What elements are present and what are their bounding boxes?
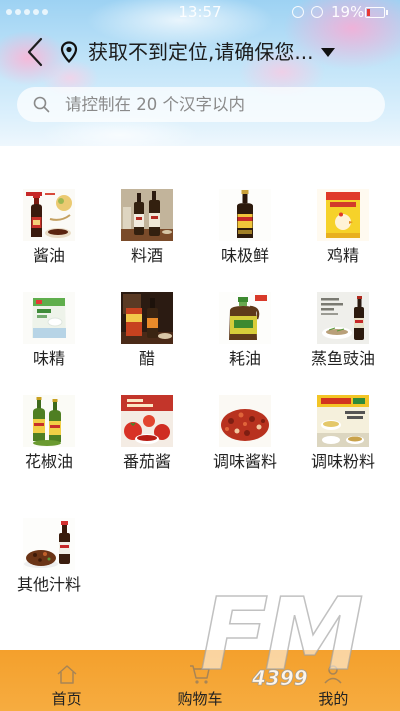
user-icon xyxy=(324,665,342,684)
chicken-essence-image xyxy=(317,189,369,241)
cart-icon xyxy=(189,665,210,684)
nav-label: 购物车 xyxy=(177,690,223,708)
header-background: 13:57 19% 获取不到定位,请确保您... xyxy=(0,0,400,146)
category-grid: 酱油 料酒 味极鲜 鸡精 味精 醋 耗油 蒸鱼豉油 花椒油 番茄酱 调味酱料 调… xyxy=(0,189,392,601)
category-item-soy-sauce[interactable]: 酱油 xyxy=(0,189,98,292)
category-label: 调味酱料 xyxy=(212,452,277,471)
search-icon xyxy=(33,96,50,113)
category-item-msg[interactable]: 味精 xyxy=(0,292,98,395)
category-label: 味极鲜 xyxy=(220,246,269,265)
status-bar: 13:57 19% xyxy=(0,0,400,24)
category-item-other-sauce[interactable]: 其他汁料 xyxy=(0,518,98,601)
category-item-sichuan-pepper-oil[interactable]: 花椒油 xyxy=(0,395,98,498)
category-item-weijixian[interactable]: 味极鲜 xyxy=(196,189,294,292)
category-item-oyster-sauce[interactable]: 耗油 xyxy=(196,292,294,395)
category-label: 料酒 xyxy=(130,246,163,265)
ketchup-image xyxy=(121,395,173,447)
nav-item-profile[interactable]: 我的 xyxy=(267,650,400,711)
nav-label: 首页 xyxy=(51,690,82,708)
category-label: 其他汁料 xyxy=(16,575,81,594)
category-label: 醋 xyxy=(138,349,155,368)
category-item-seasoning-sauce[interactable]: 调味酱料 xyxy=(196,395,294,498)
oyster-sauce-image xyxy=(219,292,271,344)
other-sauce-image xyxy=(23,518,75,570)
category-label: 蒸鱼豉油 xyxy=(310,349,375,368)
search-input[interactable] xyxy=(65,87,370,122)
nav-label: 我的 xyxy=(318,690,349,708)
sichuan-pepper-oil-image xyxy=(23,395,75,447)
category-label: 味精 xyxy=(32,349,65,368)
triangle-down-icon[interactable] xyxy=(321,48,335,57)
category-item-cooking-wine[interactable]: 料酒 xyxy=(98,189,196,292)
nav-item-cart[interactable]: 购物车 xyxy=(133,650,266,711)
category-label: 花椒油 xyxy=(24,452,73,471)
vinegar-image xyxy=(121,292,173,344)
soy-sauce-image xyxy=(23,189,75,241)
category-label: 鸡精 xyxy=(326,246,359,265)
category-label: 耗油 xyxy=(228,349,261,368)
chili-sauce-image xyxy=(219,395,271,447)
search-bar[interactable] xyxy=(17,87,385,122)
back-button[interactable] xyxy=(24,36,48,68)
steamed-fish-soy-sauce-image xyxy=(317,292,369,344)
rotation-lock-icon xyxy=(292,6,304,18)
category-item-ketchup[interactable]: 番茄酱 xyxy=(98,395,196,498)
location-pin-icon xyxy=(60,41,78,63)
category-label: 调味粉料 xyxy=(310,452,375,471)
seasoning-powder-image xyxy=(317,395,369,447)
bottom-nav: 首页 购物车 我的 xyxy=(0,650,400,711)
category-label: 酱油 xyxy=(32,246,65,265)
category-item-chicken-essence[interactable]: 鸡精 xyxy=(294,189,392,292)
weijixian-image xyxy=(219,189,271,241)
battery-icon xyxy=(365,7,388,18)
msg-image xyxy=(23,292,75,344)
nav-item-home[interactable]: 首页 xyxy=(0,650,133,711)
chevron-left-icon xyxy=(27,37,43,67)
home-icon xyxy=(57,665,77,684)
category-label: 番茄酱 xyxy=(122,452,171,471)
category-item-steamed-fish-soy-sauce[interactable]: 蒸鱼豉油 xyxy=(294,292,392,395)
location-selector[interactable]: 获取不到定位,请确保您... xyxy=(88,39,313,65)
alarm-icon xyxy=(311,6,323,18)
category-item-seasoning-powder[interactable]: 调味粉料 xyxy=(294,395,392,498)
category-item-vinegar[interactable]: 醋 xyxy=(98,292,196,395)
cooking-wine-image xyxy=(121,189,173,241)
battery-percent: 19% xyxy=(331,3,365,21)
